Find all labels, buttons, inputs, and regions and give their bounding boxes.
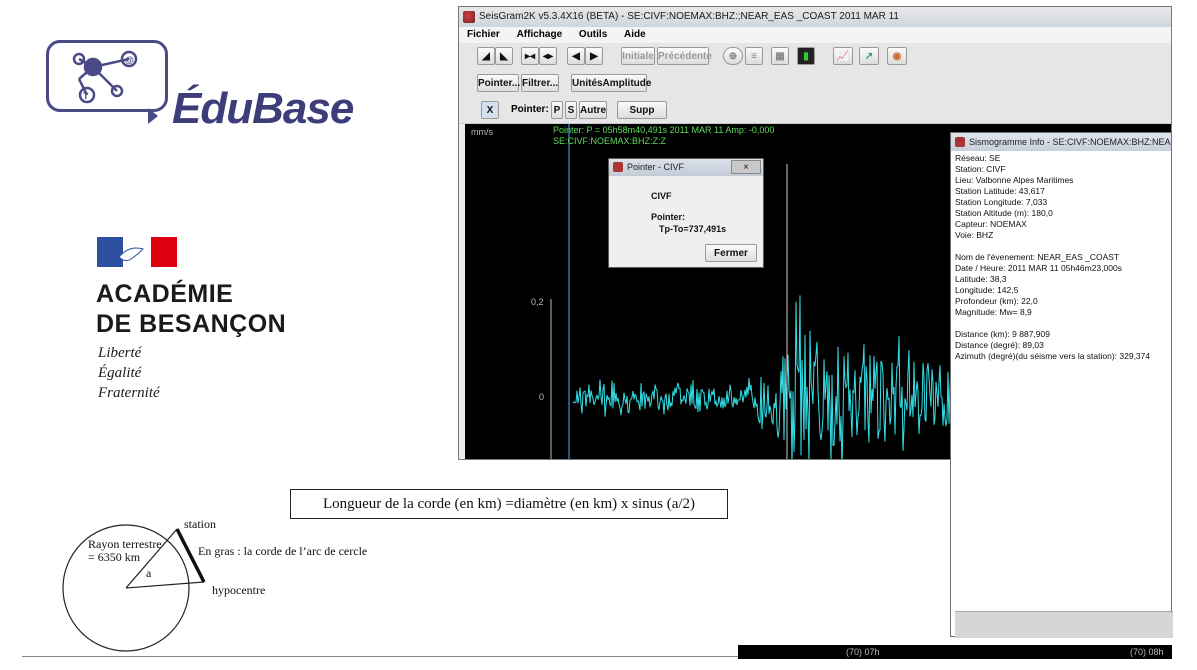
dialog-app-icon: [613, 162, 623, 172]
marianne-flag-icon: [97, 237, 177, 267]
toolbar-navigation: ◢ ◣ ▸◂ ◂▸ ◀ ▶ Initiale Précédente ⊕ ≡ ▦ …: [459, 43, 1171, 70]
info-title: Sismogramme Info - SE:CIVF:NOEMAX:BHZ:NE…: [969, 137, 1171, 147]
time-axis: (70) 07h (70) 08h: [738, 645, 1172, 659]
grid-icon[interactable]: ▦: [771, 47, 789, 65]
spectrum-icon[interactable]: ▮: [797, 47, 815, 65]
edubase-logo-frame: @ T: [46, 40, 168, 112]
toolbar-tools: Pointer... Filtrer... UnitésAmplitude: [459, 69, 1171, 98]
academie-name: ACADÉMIE DE BESANÇON: [96, 279, 286, 339]
pick-p-button[interactable]: P: [551, 101, 563, 119]
info-line: Station Latitude: 43,617: [955, 186, 1045, 196]
info-line: Latitude: 38,3: [955, 274, 1007, 284]
info-titlebar[interactable]: Sismogramme Info - SE:CIVF:NOEMAX:BHZ:NE…: [951, 133, 1171, 151]
bottom-divider: [22, 656, 738, 657]
close-x-button[interactable]: X: [481, 101, 499, 119]
scroll-right-button[interactable]: ▶: [585, 47, 603, 65]
info-line: Magnitude: Mw= 8,9: [955, 307, 1032, 317]
fermer-button[interactable]: Fermer: [705, 244, 757, 262]
toolbar-pointer: X Pointer: P S Autre Supp Tous: [459, 97, 1171, 134]
pointer-label: Pointer:: [511, 104, 549, 115]
info-line: Station Altitude (m): 180,0: [955, 208, 1053, 218]
hypocentre-label: hypocentre: [212, 583, 266, 597]
angle-label: a: [146, 566, 152, 580]
menubar: Fichier Affichage Outils Aide: [459, 27, 1171, 43]
list-icon[interactable]: ≡: [745, 47, 763, 65]
scroll-left-button[interactable]: ◀: [567, 47, 585, 65]
info-line: Capteur: NOEMAX: [955, 219, 1027, 229]
y-tick-label-zero: 0: [539, 392, 545, 402]
pointer-menu-button[interactable]: Pointer...: [477, 74, 520, 92]
network-icon: @ T: [72, 50, 138, 104]
expand-button[interactable]: ▸◂: [521, 47, 539, 65]
menu-affichage[interactable]: Affichage: [517, 29, 563, 40]
zoom-out-right-button[interactable]: ◣: [495, 47, 513, 65]
window-title: SeisGram2K v5.3.4X16 (BETA) - SE:CIVF:NO…: [479, 11, 899, 22]
devise-liberte: Liberté: [98, 345, 142, 361]
supp-tous-button[interactable]: Supp Tous: [617, 101, 667, 134]
info-line: [955, 241, 1169, 252]
pointer-dialog: Pointer - CIVF × CIVF Pointer: Tp-To=737…: [608, 158, 764, 268]
info-app-icon: [955, 137, 965, 147]
dialog-value: Tp-To=737,491s: [659, 224, 727, 234]
info-line: Nom de l'évenement: NEAR_EAS _COAST: [955, 252, 1120, 262]
time-label-07h: (70) 07h: [846, 647, 880, 657]
window-titlebar[interactable]: SeisGram2K v5.3.4X16 (BETA) - SE:CIVF:NO…: [459, 7, 1171, 27]
globe-icon[interactable]: ⊕: [723, 47, 743, 65]
polarization-icon[interactable]: ↗: [859, 47, 879, 65]
info-line: [955, 318, 1169, 329]
app-icon: [463, 11, 475, 23]
info-line: Station: CIVF: [955, 164, 1006, 174]
svg-text:@: @: [125, 55, 134, 65]
info-line: Longitude: 142,5: [955, 285, 1019, 295]
pick-s-button[interactable]: S: [565, 101, 577, 119]
info-footer: [955, 611, 1173, 638]
dialog-close-button[interactable]: ×: [731, 160, 761, 174]
corde-label: En gras : la corde de l’arc de cercle: [198, 544, 368, 558]
filtrer-button[interactable]: Filtrer...: [521, 74, 559, 92]
menu-outils[interactable]: Outils: [579, 29, 607, 40]
devise-fraternite: Fraternité: [98, 385, 160, 401]
info-line: Date / Heure: 2011 MAR 11 05h46m23,000s: [955, 263, 1122, 273]
info-line: Réseau: SE: [955, 153, 1001, 163]
sismogramme-info-window: Sismogramme Info - SE:CIVF:NOEMAX:BHZ:NE…: [950, 132, 1173, 638]
info-line: Lieu: Valbonne Alpes Maritimes: [955, 175, 1074, 185]
rayon-line2: = 6350 km: [88, 550, 141, 564]
y-tick-label-top: 0,2: [531, 297, 544, 307]
info-line: Station Longitude: 7,033: [955, 197, 1048, 207]
chart-icon[interactable]: 📈: [833, 47, 853, 65]
initiale-button[interactable]: Initiale: [621, 47, 655, 65]
pick-autre-button[interactable]: Autre: [579, 101, 607, 119]
time-label-08h: (70) 08h: [1130, 647, 1164, 657]
station-label: station: [184, 517, 216, 531]
trace-name: SE:CIVF:NOEMAX:BHZ:Z:Z: [553, 136, 667, 146]
info-text: Réseau: SE Station: CIVF Lieu: Valbonne Al…: [955, 153, 1169, 362]
info-line: Distance (km): 9 887,909: [955, 329, 1050, 339]
edubase-logo-text: ÉduBase: [172, 84, 354, 133]
devise: Liberté Égalité Fraternité: [98, 343, 160, 403]
zoom-out-left-button[interactable]: ◢: [477, 47, 495, 65]
info-line: Profondeur (km): 22,0: [955, 296, 1038, 306]
dialog-pointer-label: Pointer:: [651, 212, 686, 222]
unit-label: mm/s: [471, 127, 493, 137]
academie-line2: DE BESANÇON: [96, 310, 287, 338]
rayon-label: Rayon terrestre = 6350 km: [88, 538, 162, 564]
info-line: Azimuth (degré)(du séisme vers la statio…: [955, 351, 1151, 361]
logo-arrow-icon: [148, 108, 158, 124]
info-line: Voie: BHZ: [955, 230, 994, 240]
unites-amplitude-button[interactable]: UnitésAmplitude: [571, 74, 651, 92]
svg-text:T: T: [83, 91, 89, 101]
menu-fichier[interactable]: Fichier: [467, 29, 500, 40]
dialog-title: Pointer - CIVF: [627, 162, 685, 172]
pointer-readout: Pointer: P = 05h58m40,491s 2011 MAR 11 A…: [553, 125, 775, 135]
contract-button[interactable]: ◂▸: [539, 47, 557, 65]
info-line: Distance (degré): 89,03: [955, 340, 1044, 350]
menu-aide[interactable]: Aide: [624, 29, 646, 40]
devise-egalite: Égalité: [98, 365, 142, 381]
dialog-station: CIVF: [651, 191, 672, 201]
particle-motion-icon[interactable]: ◉: [887, 47, 907, 65]
chord-formula: Longueur de la corde (en km) =diamètre (…: [290, 489, 728, 519]
precedente-button[interactable]: Précédente: [657, 47, 712, 65]
academie-line1: ACADÉMIE: [96, 280, 234, 308]
